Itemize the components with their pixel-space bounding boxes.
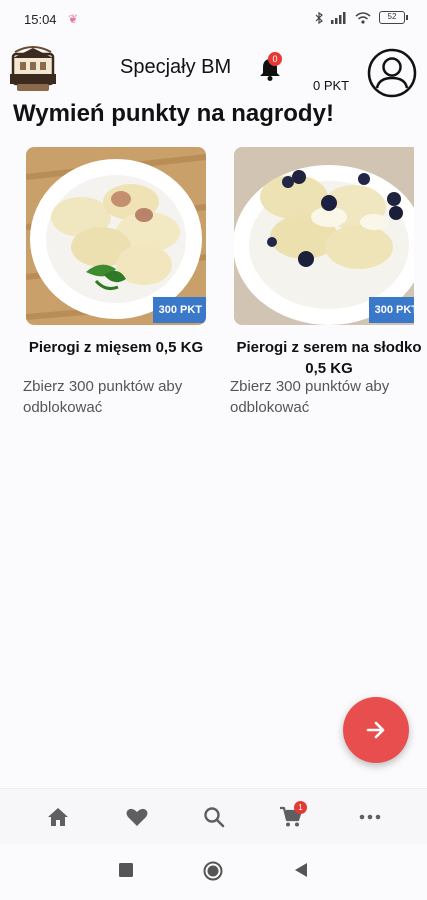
app-title: Specjały BM <box>120 56 232 78</box>
page-title: Wymień punkty na nagrody! <box>13 100 334 127</box>
reward-card[interactable]: 300 PKT Pierogi z serem na słodko 0,5 KG… <box>230 147 422 416</box>
nav-search[interactable] <box>200 804 228 830</box>
signal-icon <box>331 11 346 24</box>
app-header: Specjały BM 0 0 PKT <box>0 38 427 100</box>
reward-unlock-note: Zbierz 300 punktów aby odblokować <box>23 378 183 416</box>
recents-icon[interactable] <box>118 862 134 878</box>
system-navigation-bar <box>0 844 427 900</box>
nav-more[interactable] <box>356 804 384 830</box>
battery-icon: 52 <box>379 11 408 24</box>
reward-image: 300 PKT <box>234 147 414 325</box>
cart-count-badge: 1 <box>294 801 307 814</box>
home-circle-icon[interactable] <box>203 861 223 881</box>
brand-logo[interactable] <box>7 44 59 94</box>
status-bar: 15:04 ❦ 52 <box>0 0 427 38</box>
reward-unlock-note: Zbierz 300 punktów aby odblokować <box>230 378 390 416</box>
home-icon <box>48 808 68 826</box>
reward-card[interactable]: 300 PKT Pierogi z mięsem 0,5 KG Zbierz 3… <box>23 147 206 416</box>
profile-icon[interactable] <box>367 48 417 98</box>
arrow-right-icon <box>366 721 385 739</box>
next-fab-button[interactable] <box>343 697 409 763</box>
status-time: 15:04 <box>24 12 57 27</box>
bluetooth-icon <box>315 11 323 24</box>
more-icon <box>359 814 381 820</box>
reward-image: 300 PKT <box>26 147 206 325</box>
back-icon[interactable] <box>294 862 308 878</box>
notification-badge: 0 <box>268 52 282 66</box>
bottom-navigation: 1 <box>0 788 427 844</box>
nav-home[interactable] <box>44 804 72 830</box>
reward-name: Pierogi z mięsem 0,5 KG <box>28 339 204 356</box>
status-icons: 52 <box>315 11 408 24</box>
heart-icon <box>126 808 148 826</box>
points-balance: 0 PKT <box>313 78 350 93</box>
search-icon <box>204 807 225 828</box>
notification-app-icon: ❦ <box>68 12 79 26</box>
nav-favorites[interactable] <box>123 804 151 830</box>
points-cost-badge: 300 PKT <box>368 297 414 323</box>
reward-name: Pierogi z serem na słodko 0,5 KG <box>236 339 422 377</box>
points-cost-badge: 300 PKT <box>152 297 206 323</box>
wifi-icon <box>355 11 371 24</box>
